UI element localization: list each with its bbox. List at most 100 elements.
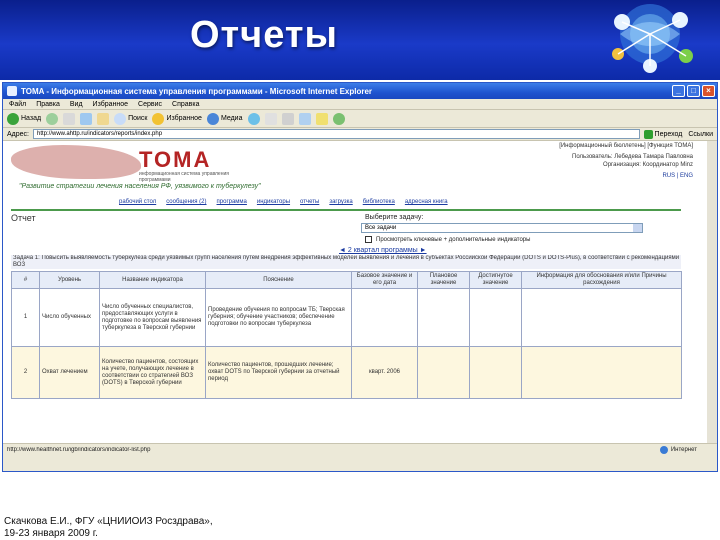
report-table: # Уровень Название индикатора Пояснение … — [11, 271, 682, 399]
nav-desktop[interactable]: рабочий стол — [119, 199, 156, 205]
slogan: "Развитие стратегии лечения населения РФ… — [17, 183, 263, 190]
star-icon — [152, 112, 165, 125]
nav-library[interactable]: библиотека — [363, 199, 395, 205]
table-row[interactable]: 1 Число обученных Число обученных специа… — [11, 288, 682, 347]
logo-subtitle: информационная система управления програ… — [139, 171, 229, 183]
mail-button[interactable] — [264, 112, 277, 125]
row-achieved-value — [469, 288, 522, 347]
slide-caption: Скачкова Е.И., ФГУ «ЦНИИОИЗ Росздрава», … — [4, 516, 213, 540]
title-banner: Отчеты — [0, 0, 720, 80]
links-button[interactable]: Ссылки — [688, 131, 717, 138]
column-header: # — [11, 271, 40, 289]
table-header-row: # Уровень Название индикатора Пояснение … — [11, 271, 682, 289]
forward-arrow-icon — [46, 112, 59, 125]
mail-icon — [264, 112, 277, 125]
people-button[interactable] — [332, 112, 345, 125]
show-indicators-checkbox[interactable] — [365, 236, 372, 243]
address-label: Адрес: — [7, 130, 29, 138]
task-select-value: Все задачи — [365, 225, 397, 231]
stop-icon — [63, 112, 76, 125]
ie-icon — [7, 86, 17, 96]
slide-title: Отчеты — [190, 14, 338, 56]
media-icon — [206, 112, 219, 125]
column-header: Базовое значение и его дата — [351, 271, 418, 289]
program-quarter-nav[interactable]: ◄ 2 квартал программы ► — [339, 247, 427, 254]
window-title: TOMA - Информационная система управления… — [21, 86, 373, 96]
scrollbar-thumb[interactable] — [709, 151, 717, 331]
security-zone: Интернет — [659, 445, 717, 454]
column-header: Название индикатора — [99, 271, 206, 289]
menu-favorites[interactable]: Избранное — [93, 101, 128, 108]
menu-edit[interactable]: Правка — [36, 101, 60, 108]
print-icon — [281, 112, 294, 125]
vertical-scrollbar[interactable] — [707, 141, 717, 443]
row-number: 2 — [11, 346, 40, 399]
row-plan-value — [417, 346, 470, 399]
row-notes — [521, 346, 682, 399]
maximize-button[interactable]: □ — [687, 85, 700, 97]
row-plan-value — [417, 288, 470, 347]
main-nav: рабочий стол сообщения (2) программа инд… — [119, 199, 448, 205]
home-button[interactable] — [97, 112, 110, 125]
search-button[interactable]: Поиск — [114, 112, 147, 125]
column-header: Пояснение — [205, 271, 352, 289]
slide: Отчеты TOMA - Информационная система упр… — [0, 0, 720, 540]
user-name: Пользователь: Лебедева Тамара Павловна — [572, 154, 693, 160]
column-header: Информация для обоснования и/или Причины… — [521, 271, 682, 289]
refresh-button[interactable] — [80, 112, 93, 125]
menu-help[interactable]: Справка — [172, 101, 199, 108]
back-button[interactable]: Назад — [7, 112, 41, 125]
menu-file[interactable]: Файл — [9, 101, 26, 108]
address-field[interactable]: http://www.ahttp.ru/indicators/reports/i… — [32, 129, 640, 139]
nav-reports[interactable]: отчеты — [300, 199, 319, 205]
row-level: Охват лечением — [39, 346, 100, 399]
forward-button[interactable] — [46, 112, 59, 125]
logo-area: TOMA информационная система управления п… — [11, 145, 331, 195]
refresh-icon — [80, 112, 93, 125]
note-icon — [315, 112, 328, 125]
row-base-value — [351, 288, 418, 347]
menu-tools[interactable]: Сервис — [138, 101, 162, 108]
table-row[interactable]: 2 Охват лечением Количество пациентов, с… — [11, 346, 682, 399]
caption-line-2: 19-23 января 2009 г. — [4, 528, 98, 539]
status-bar: http://www.healthnet.ru/igb/indicators/i… — [3, 443, 717, 455]
menu-bar: Файл Правка Вид Избранное Сервис Справка — [3, 99, 717, 110]
nav-indicators[interactable]: индикаторы — [257, 199, 290, 205]
chevron-down-icon — [633, 224, 642, 232]
browser-toolbar: Назад Поиск Избранное Медиа — [3, 110, 717, 128]
search-icon — [114, 112, 127, 125]
history-button[interactable] — [247, 112, 260, 125]
language-switch[interactable]: RUS | ENG — [662, 173, 693, 179]
caption-line-1: Скачкова Е.И., ФГУ «ЦНИИОИЗ Росздрава», — [4, 516, 213, 527]
edit-button[interactable] — [298, 112, 311, 125]
nav-program[interactable]: программа — [217, 199, 247, 205]
print-button[interactable] — [281, 112, 294, 125]
user-organization: Организация: Координатор Minz — [603, 162, 693, 168]
row-number: 1 — [11, 288, 40, 347]
address-bar: Адрес: http://www.ahttp.ru/indicators/re… — [3, 128, 717, 141]
top-links[interactable]: [Информационный бюллетень] [Функция ТОМА… — [559, 143, 693, 149]
row-notes — [521, 288, 682, 347]
user-info: Пользователь: Лебедева Тамара Павловна О… — [483, 153, 693, 169]
row-base-value: кварт. 2006 — [351, 346, 418, 399]
go-button[interactable]: Переход — [643, 129, 685, 139]
nav-upload[interactable]: загрузка — [329, 199, 352, 205]
media-button[interactable]: Медиа — [206, 112, 243, 125]
stop-button[interactable] — [63, 112, 76, 125]
task-select[interactable]: Все задачи — [361, 223, 643, 233]
show-indicators-option[interactable]: Просмотреть ключевые + дополнительные ин… — [365, 236, 530, 243]
show-indicators-label: Просмотреть ключевые + дополнительные ин… — [376, 236, 531, 243]
browser-window: TOMA - Информационная система управления… — [2, 82, 718, 472]
russia-map-logo — [11, 145, 141, 179]
nav-messages[interactable]: сообщения (2) — [166, 199, 206, 205]
column-header: Уровень — [39, 271, 100, 289]
favorites-button[interactable]: Избранное — [152, 112, 202, 125]
menu-view[interactable]: Вид — [70, 101, 83, 108]
report-heading: Отчет — [11, 213, 36, 223]
minimize-button[interactable]: _ — [672, 85, 685, 97]
close-button[interactable]: × — [702, 85, 715, 97]
messenger-button[interactable] — [315, 112, 328, 125]
row-indicator-name: Число обученных специалистов, предоставл… — [99, 288, 206, 347]
nav-address-book[interactable]: адресная книга — [405, 199, 448, 205]
home-icon — [97, 112, 110, 125]
